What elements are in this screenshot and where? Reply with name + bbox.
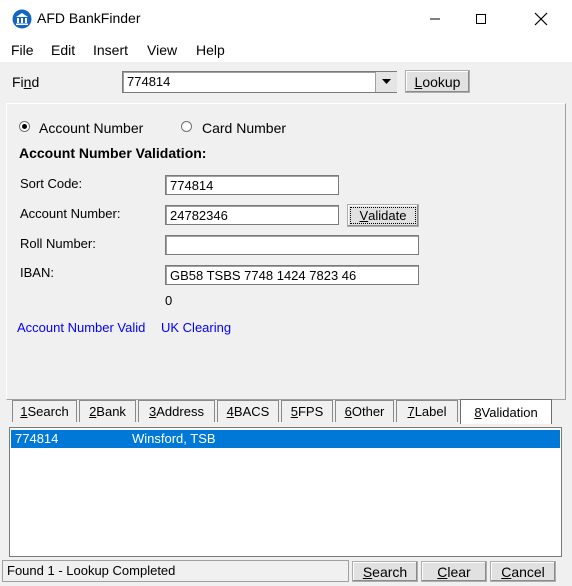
search-button[interactable]: Search (352, 561, 418, 582)
uk-clearing-text: UK Clearing (161, 320, 232, 335)
menu-file[interactable]: File (11, 42, 34, 58)
account-number-radio-label[interactable]: Account Number (39, 120, 143, 136)
account-number-field[interactable]: 24782346 (165, 205, 339, 225)
menu-edit[interactable]: Edit (51, 42, 75, 58)
tab-bank[interactable]: 2 Bank (79, 400, 136, 422)
list-item-code: 774814 (15, 431, 59, 446)
list-item-name: Winsford, TSB (132, 431, 216, 446)
status-bar: Found 1 - Lookup Completed (2, 560, 349, 582)
close-button[interactable] (518, 0, 564, 38)
maximize-button[interactable] (458, 0, 504, 38)
iban-field[interactable]: GB58 TSBS 7748 1424 7823 46 (165, 265, 419, 285)
sort-code-field[interactable]: 774814 (165, 175, 339, 195)
list-item[interactable]: 774814 Winsford, TSB (11, 430, 560, 448)
validate-button[interactable]: Validate (347, 204, 419, 227)
find-value: 774814 (127, 74, 171, 89)
section-title: Account Number Validation: (19, 145, 207, 161)
tab-search[interactable]: 1 Search (12, 400, 77, 422)
tab-validation[interactable]: 8 Validation (460, 399, 552, 424)
account-number-radio[interactable] (19, 121, 30, 132)
window-title: AFD BankFinder (37, 10, 141, 26)
tab-other[interactable]: 6 Other (335, 400, 394, 422)
iban-label: IBAN: (20, 265, 54, 280)
minimize-icon (430, 18, 440, 20)
tab-address[interactable]: 3 Address (138, 400, 215, 422)
find-combobox[interactable]: 774814 (122, 71, 397, 93)
tab-label[interactable]: 7 Label (396, 400, 458, 422)
close-icon (534, 12, 548, 26)
iban-extra-value: 0 (165, 293, 173, 308)
bank-icon (12, 9, 32, 29)
chevron-down-icon (382, 79, 391, 84)
card-number-radio-label[interactable]: Card Number (202, 120, 286, 136)
menu-help[interactable]: Help (196, 42, 225, 58)
find-label: Find (12, 74, 40, 90)
sort-code-label: Sort Code: (20, 176, 83, 191)
roll-number-label: Roll Number: (20, 236, 96, 251)
tab-bacs[interactable]: 4 BACS (217, 400, 279, 422)
menu-insert[interactable]: Insert (93, 42, 128, 58)
account-number-label: Account Number: (20, 206, 121, 221)
tab-fps[interactable]: 5 FPS (281, 400, 333, 422)
menu-bar (0, 38, 572, 62)
minimize-button[interactable] (412, 0, 458, 38)
cancel-button[interactable]: Cancel (490, 561, 556, 582)
maximize-icon (476, 14, 486, 24)
account-valid-text: Account Number Valid (17, 320, 146, 335)
card-number-radio[interactable] (181, 121, 192, 132)
lookup-button[interactable]: Lookup (405, 70, 470, 93)
clear-button[interactable]: Clear (421, 561, 487, 582)
roll-number-field[interactable] (165, 235, 419, 255)
menu-view[interactable]: View (147, 42, 177, 58)
find-dropdown-button[interactable] (375, 72, 397, 92)
